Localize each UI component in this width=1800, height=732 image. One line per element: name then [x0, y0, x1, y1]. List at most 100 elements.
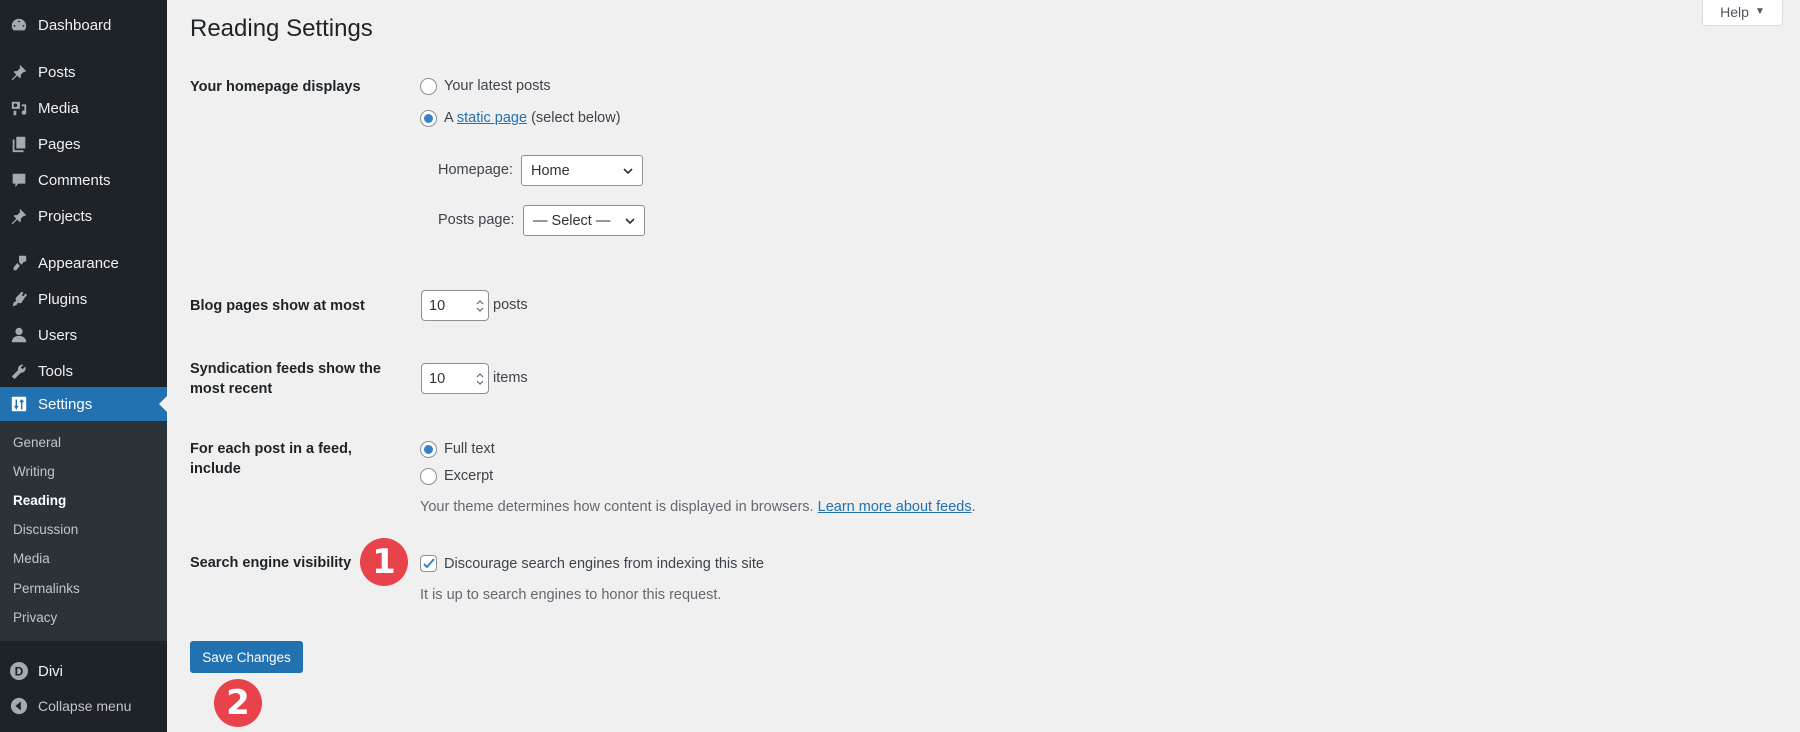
annotation-badge-1: 1: [360, 538, 408, 586]
sidebar-item-label: Comments: [38, 171, 111, 189]
period-text: .: [971, 499, 976, 515]
collapse-menu-button[interactable]: Collapse menu: [0, 689, 167, 723]
syndication-label-line1: Syndication feeds show the: [190, 361, 381, 377]
sidebar-item-label: Projects: [38, 207, 93, 225]
sidebar-item-label: Collapse menu: [38, 698, 132, 714]
settings-sliders-icon: [9, 394, 29, 414]
discourage-search-checkbox[interactable]: [420, 555, 437, 572]
user-icon: [9, 325, 29, 345]
radio-static-page[interactable]: [420, 110, 437, 127]
feed-description: Your theme determines how content is dis…: [420, 497, 976, 517]
submenu-item-general[interactable]: General: [13, 435, 61, 450]
help-button[interactable]: Help ▼: [1702, 0, 1783, 26]
admin-sidebar: Dashboard Posts Media Pages Comments Pro…: [0, 0, 167, 732]
discourage-search-label[interactable]: Discourage search engines from indexing …: [444, 554, 764, 574]
radio-excerpt-label[interactable]: Excerpt: [444, 466, 493, 486]
sidebar-item-label: Appearance: [38, 254, 119, 272]
syndication-label: Syndication feeds show the most recent: [190, 359, 390, 399]
static-prefix-text: A: [444, 110, 453, 126]
sidebar-item-appearance[interactable]: Appearance: [0, 246, 167, 280]
spinner-arrows-icon[interactable]: [476, 299, 484, 313]
static-page-link[interactable]: static page: [457, 110, 527, 126]
radio-excerpt[interactable]: [420, 468, 437, 485]
checkmark-icon: [422, 557, 435, 568]
submenu-item-discussion[interactable]: Discussion: [13, 522, 78, 537]
active-indicator-arrow: [159, 396, 167, 412]
posts-page-select-label: Posts page:: [438, 212, 515, 228]
media-icon: [9, 98, 29, 118]
chevron-down-icon: [625, 218, 635, 225]
homepage-select-value: Home: [531, 162, 570, 179]
sidebar-item-pages[interactable]: Pages: [0, 127, 167, 161]
save-changes-button[interactable]: Save Changes: [190, 641, 303, 673]
help-label: Help: [1720, 3, 1749, 20]
collapse-arrow-icon: [9, 696, 29, 716]
dashboard-icon: [9, 15, 29, 35]
submenu-item-reading[interactable]: Reading: [13, 493, 66, 508]
sidebar-item-label: Settings: [38, 395, 93, 413]
sidebar-item-tools[interactable]: Tools: [0, 354, 167, 388]
pages-icon: [9, 134, 29, 154]
feed-description-text: Your theme determines how content is dis…: [420, 499, 814, 515]
submenu-item-media[interactable]: Media: [13, 551, 50, 566]
sidebar-item-label: Divi: [38, 662, 63, 680]
blog-pages-label: Blog pages show at most: [190, 298, 365, 314]
sidebar-item-divi[interactable]: D Divi: [0, 654, 167, 688]
submenu-item-privacy[interactable]: Privacy: [13, 610, 57, 625]
learn-more-feeds-link[interactable]: Learn more about feeds: [818, 499, 972, 515]
sidebar-item-label: Posts: [38, 63, 76, 81]
radio-full-text-label[interactable]: Full text: [444, 439, 495, 459]
sidebar-item-dashboard[interactable]: Dashboard: [0, 8, 167, 42]
annotation-badge-2: 2: [214, 679, 262, 727]
radio-static-page-label[interactable]: A static page (select below): [444, 108, 621, 128]
sidebar-item-label: Plugins: [38, 290, 88, 308]
settings-submenu: General Writing Reading Discussion Media…: [0, 421, 167, 641]
blog-pages-value: 10: [429, 297, 446, 314]
sidebar-item-label: Users: [38, 326, 78, 344]
page-title: Reading Settings: [190, 15, 373, 42]
sidebar-item-label: Tools: [38, 362, 74, 380]
syndication-number-input[interactable]: 10: [421, 363, 489, 394]
homepage-displays-label: Your homepage displays: [190, 79, 361, 95]
sidebar-item-users[interactable]: Users: [0, 318, 167, 352]
sidebar-item-projects[interactable]: Projects: [0, 199, 167, 233]
sidebar-item-label: Pages: [38, 135, 81, 153]
syndication-unit: items: [493, 370, 528, 386]
submenu-item-permalinks[interactable]: Permalinks: [13, 581, 80, 596]
sidebar-item-comments[interactable]: Comments: [0, 163, 167, 197]
feed-include-label-line1: For each post in a feed,: [190, 441, 352, 457]
radio-latest-posts[interactable]: [420, 78, 437, 95]
svg-text:D: D: [15, 665, 24, 679]
sidebar-item-posts[interactable]: Posts: [0, 55, 167, 89]
homepage-select-label: Homepage:: [438, 162, 513, 178]
posts-page-select[interactable]: — Select —: [523, 205, 645, 236]
spinner-arrows-icon[interactable]: [476, 372, 484, 386]
sidebar-item-plugins[interactable]: Plugins: [0, 282, 167, 316]
radio-full-text[interactable]: [420, 441, 437, 458]
search-visibility-description: It is up to search engines to honor this…: [420, 587, 722, 603]
static-suffix-text: (select below): [531, 110, 621, 126]
feed-include-label-line2: include: [190, 461, 241, 477]
feed-include-label: For each post in a feed, include: [190, 439, 390, 479]
divi-logo-icon: D: [9, 661, 29, 681]
homepage-select[interactable]: Home: [521, 155, 643, 186]
wrench-icon: [9, 361, 29, 381]
syndication-label-line2: most recent: [190, 381, 273, 397]
radio-latest-posts-label[interactable]: Your latest posts: [444, 76, 551, 96]
sidebar-item-media[interactable]: Media: [0, 91, 167, 125]
sidebar-item-settings[interactable]: Settings: [0, 387, 167, 421]
submenu-item-writing[interactable]: Writing: [13, 464, 55, 479]
blog-pages-unit: posts: [493, 297, 528, 313]
blog-pages-number-input[interactable]: 10: [421, 290, 489, 321]
syndication-value: 10: [429, 370, 446, 387]
chevron-down-icon: [623, 168, 633, 175]
sidebar-item-label: Dashboard: [38, 16, 112, 34]
comment-icon: [9, 170, 29, 190]
triangle-down-icon: ▼: [1754, 6, 1765, 17]
plugin-icon: [9, 289, 29, 309]
paintbrush-icon: [9, 253, 29, 273]
posts-page-select-value: — Select —: [533, 212, 611, 229]
sidebar-item-label: Media: [38, 99, 79, 117]
pushpin-icon: [9, 62, 29, 82]
pushpin-icon: [9, 206, 29, 226]
